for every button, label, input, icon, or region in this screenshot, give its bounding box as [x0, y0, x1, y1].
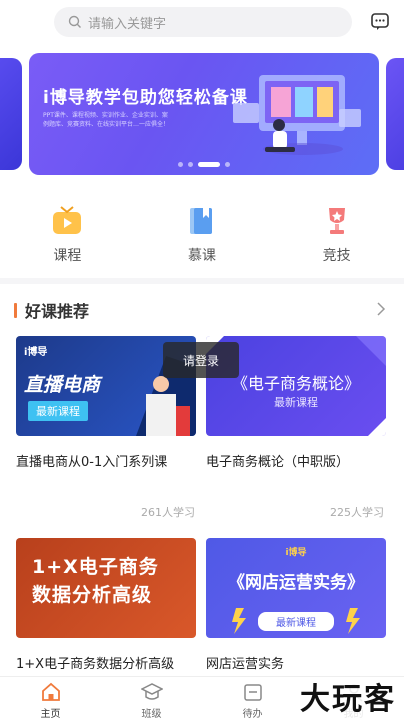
mooc-book-icon — [190, 208, 212, 234]
lightning-icon — [232, 608, 360, 634]
learner-count: 261人学习 — [141, 506, 195, 519]
course-tag: 最新课程 — [28, 401, 88, 421]
course-thumbnail: 1+X电子商务 数据分析高级 — [16, 538, 196, 638]
category-label: 慕课 — [188, 248, 216, 264]
banner-dot[interactable] — [188, 162, 193, 167]
banner-next-slide[interactable] — [386, 58, 404, 170]
banner-carousel[interactable]: i博导教学包助您轻松备课 PPT课件、课程视频、实训作业、企业实训、案例题库、竞… — [0, 50, 404, 178]
category-1[interactable]: 课程 — [0, 204, 135, 265]
banner-illustration — [233, 75, 361, 155]
banner-dot[interactable] — [178, 162, 183, 167]
course-title: 直播电商从0-1入门系列课 — [16, 455, 168, 470]
tab-home[interactable]: 主页 — [0, 677, 101, 720]
course-thumbnail-subtitle: 数据分析高级 — [32, 584, 153, 606]
section-accent-bar — [14, 302, 17, 318]
course-title: 1+X电子商务数据分析高级 — [16, 657, 175, 672]
banner-subtitle: PPT课件、课程视频、实训作业、企业实训、案例题库、竞赛资料、在线实训平台…一应… — [43, 112, 170, 128]
watermark-text: 大玩客 — [298, 682, 398, 718]
course-title: 网店运营实务 — [206, 657, 285, 672]
banner-pagination — [29, 162, 379, 167]
chevron-right-icon[interactable] — [376, 302, 386, 316]
category-nav: 课程 慕课 竞技 — [0, 204, 404, 265]
course-thumbnail-title: 直播电商 — [24, 374, 101, 396]
category-label: 课程 — [53, 248, 82, 264]
trophy-icon — [328, 208, 345, 234]
search-bar[interactable]: 请输入关键字 — [54, 7, 352, 37]
banner-slide[interactable]: i博导教学包助您轻松备课 PPT课件、课程视频、实训作业、企业实训、案例题库、竞… — [29, 53, 379, 175]
login-toast: 请登录 — [163, 342, 239, 378]
banner-dot[interactable] — [198, 162, 220, 167]
course-thumbnail: i博导 《网店运营实务》 最新课程 — [206, 538, 386, 638]
course-card[interactable]: 1+X电子商务 数据分析高级 1+X电子商务数据分析高级 — [16, 538, 196, 672]
category-2[interactable]: 慕课 — [135, 204, 270, 265]
course-tag: 最新课程 — [274, 396, 318, 409]
tab-todo[interactable]: 待办 — [202, 677, 303, 720]
tab-label: 待办 — [242, 709, 263, 720]
home-page: 请输入关键字 i博导教学包助您轻松备课 PPT课件、课程视频、实训作业、企业实训… — [0, 0, 404, 720]
course-title: 电子商务概论（中职版） — [206, 455, 350, 470]
section-divider — [0, 278, 404, 284]
course-thumbnail-title: 1+X电子商务 — [32, 556, 159, 578]
course-tv-icon — [53, 206, 82, 234]
category-3[interactable]: 竞技 — [269, 204, 404, 265]
course-card[interactable]: i博导 《网店运营实务》 最新课程 网店运营实务 — [206, 538, 386, 672]
message-icon[interactable] — [370, 12, 390, 32]
banner-title: i博导教学包助您轻松备课 — [43, 88, 248, 108]
learner-count: 225人学习 — [330, 506, 384, 519]
tab-label: 班级 — [141, 709, 162, 720]
todo-calendar-icon — [243, 684, 262, 701]
home-icon — [41, 682, 60, 701]
banner-prev-slide[interactable] — [0, 58, 22, 170]
search-icon — [68, 15, 81, 28]
tab-label: 主页 — [40, 709, 61, 720]
category-label: 竞技 — [322, 248, 351, 264]
section-title: 好课推荐 — [25, 302, 90, 321]
banner-dot[interactable] — [225, 162, 230, 167]
tab-class[interactable]: 班级 — [101, 677, 202, 720]
graduation-cap-icon — [140, 683, 163, 700]
section-header: 好课推荐 — [14, 298, 89, 322]
search-placeholder: 请输入关键字 — [88, 16, 167, 32]
course-logo: i博导 — [24, 347, 48, 358]
